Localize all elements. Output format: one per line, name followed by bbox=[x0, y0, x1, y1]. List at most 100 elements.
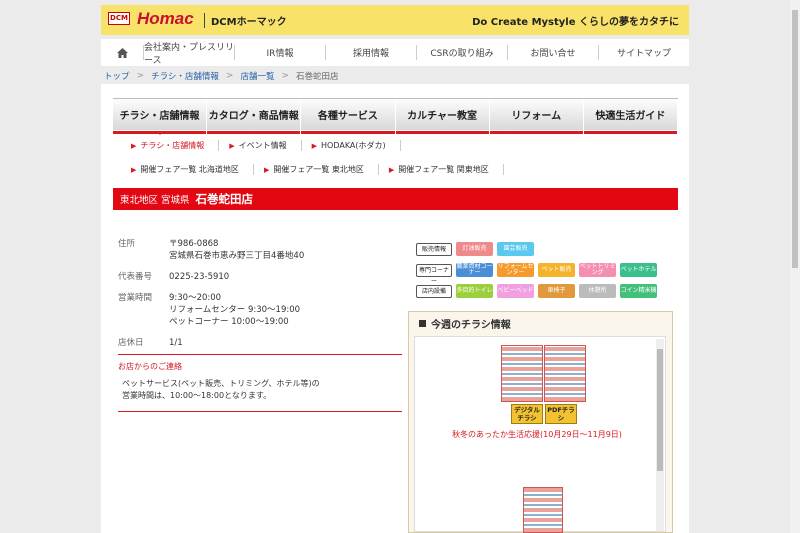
subnav-events[interactable]: ▶ イベント情報 bbox=[219, 140, 302, 151]
badge-pet-trimming: ペットトリミング bbox=[579, 262, 616, 277]
postal-code: 〒986-0868 bbox=[169, 239, 219, 249]
gnav-recruit[interactable]: 採用情報 bbox=[325, 45, 416, 60]
page-scrollbar[interactable] bbox=[790, 0, 800, 533]
home-button[interactable] bbox=[101, 39, 143, 66]
tab-life-guide[interactable]: 快適生活ガイド bbox=[583, 99, 679, 134]
digital-flyer-button[interactable]: デジタルチラシ bbox=[511, 404, 543, 424]
gnav-csr[interactable]: CSRの取り組み bbox=[416, 45, 507, 60]
store-info: 住所 〒986-0868 宮城県石巻市恵み野三丁目4番地40 代表番号 0225… bbox=[118, 238, 402, 358]
notice-line: ペットサービス(ペット販売、トリミング、ホテル等)の bbox=[122, 379, 320, 388]
triangle-right-icon: ▶ bbox=[263, 166, 270, 174]
store-notice: お店からのご連絡 ペットサービス(ペット販売、トリミング、ホテル等)の 営業時間… bbox=[118, 354, 402, 412]
triangle-right-icon: ▶ bbox=[131, 142, 137, 150]
flyer-panel: 今週のチラシ情報 デジタルチラシ PDFチラシ 秋冬のあったか生活応援(10月2… bbox=[408, 311, 673, 533]
dcm-homac-logo[interactable]: DCMホーマック bbox=[211, 13, 287, 28]
tab-flyer-store[interactable]: チラシ・店舗情報 bbox=[113, 99, 208, 135]
site-header: DCM Homac DCMホーマック Do Create Mystyle くらし… bbox=[101, 5, 689, 35]
tab-culture[interactable]: カルチャー教室 bbox=[395, 99, 490, 134]
chevron-right-icon: > bbox=[225, 71, 234, 81]
subnav-label: 開催フェア一覧 東北地区 bbox=[273, 165, 364, 174]
logo-divider bbox=[204, 13, 205, 28]
subnav-label: 開催フェア一覧 北海道地区 bbox=[140, 165, 239, 174]
badge-rest-area: 休憩所 bbox=[579, 284, 616, 298]
address-row: 住所 〒986-0868 宮城県石巻市恵み野三丁目4番地40 bbox=[118, 238, 402, 262]
badge-kerosene: 灯油販売 bbox=[456, 242, 493, 256]
phone-row: 代表番号 0225-23-5910 bbox=[118, 271, 402, 283]
sales-label: 販売情報 bbox=[416, 242, 452, 256]
closed-value: 1/1 bbox=[169, 338, 183, 348]
hours-value: 9:30〜20:00 リフォームセンター 9:30〜19:00 ペットコーナー … bbox=[169, 292, 300, 328]
corner-row: 専門コーナー 農業資材コーナー リフォームセンター ペット販売 ペットトリミング… bbox=[416, 262, 657, 285]
store-area: 東北地区 宮城県 bbox=[120, 195, 190, 206]
subnav-label: HODAKA(ホダカ) bbox=[321, 141, 386, 150]
dcm-logo[interactable]: DCM bbox=[108, 12, 130, 25]
tab-reform[interactable]: リフォーム bbox=[489, 99, 584, 134]
scroll-thumb[interactable] bbox=[657, 349, 663, 471]
badge-reform-center: リフォームセンター bbox=[497, 262, 534, 277]
service-badges: 販売情報 灯油販売 園芸販売 専門コーナー 農業資材コーナー リフォームセンター… bbox=[416, 242, 657, 305]
breadcrumb: トップ > チラシ・店舗情報 > 店舗一覧 > 石巻蛇田店 bbox=[104, 70, 339, 82]
hours-row: 営業時間 9:30〜20:00 リフォームセンター 9:30〜19:00 ペット… bbox=[118, 292, 402, 328]
badge-pet-sales: ペット販売 bbox=[538, 263, 575, 277]
subnav-hodaka[interactable]: ▶ HODAKA(ホダカ) bbox=[302, 140, 401, 151]
chevron-right-icon: > bbox=[281, 71, 290, 81]
breadcrumb-flyer[interactable]: チラシ・店舗情報 bbox=[151, 70, 219, 82]
page-scroll-thumb[interactable] bbox=[792, 10, 798, 268]
badge-pet-hotel: ペットホテル bbox=[620, 263, 657, 277]
store-name: 石巻蛇田店 bbox=[195, 192, 254, 206]
subnav-label: イベント情報 bbox=[238, 141, 287, 150]
badge-wheelchair: 車椅子 bbox=[538, 284, 575, 298]
facility-label: 店内設備 bbox=[416, 284, 452, 298]
gnav-contact[interactable]: お問い合せ bbox=[507, 45, 598, 60]
notice-body: ペットサービス(ペット販売、トリミング、ホテル等)の 営業時間は、10:00〜1… bbox=[118, 378, 402, 402]
breadcrumb-current: 石巻蛇田店 bbox=[296, 72, 339, 82]
subnav-flyer-store[interactable]: ▶ チラシ・店舗情報 bbox=[121, 140, 220, 151]
subnav-primary: ▶ チラシ・店舗情報 ▶ イベント情報 ▶ HODAKA(ホダカ) bbox=[121, 140, 401, 151]
flyer-thumbnail[interactable] bbox=[501, 345, 543, 402]
fair-tohoku[interactable]: ▶ 開催フェア一覧 東北地区 bbox=[254, 164, 379, 175]
flyer-thumbnail[interactable] bbox=[523, 487, 563, 533]
flyer-title: 今週のチラシ情報 bbox=[431, 319, 511, 331]
triangle-right-icon: ▶ bbox=[388, 166, 395, 174]
fair-kanto[interactable]: ▶ 開催フェア一覧 関東地区 bbox=[379, 164, 504, 175]
home-icon bbox=[116, 47, 128, 58]
notice-line: 営業時間は、10:00〜18:00となります。 bbox=[122, 391, 272, 400]
badge-gardening: 園芸販売 bbox=[497, 242, 534, 256]
fair-hokkaido[interactable]: ▶ 開催フェア一覧 北海道地区 bbox=[121, 164, 254, 175]
breadcrumb-top[interactable]: トップ bbox=[104, 70, 130, 82]
pdf-flyer-button[interactable]: PDFチラシ bbox=[545, 404, 577, 424]
gnav-company[interactable]: 会社案内・プレスリリース bbox=[143, 43, 234, 66]
subnav-fairs: ▶ 開催フェア一覧 北海道地区 ▶ 開催フェア一覧 東北地区 ▶ 開催フェア一覧 関東… bbox=[121, 164, 504, 175]
triangle-right-icon: ▶ bbox=[311, 142, 318, 150]
homac-logo[interactable]: Homac bbox=[137, 9, 194, 29]
tab-catalog[interactable]: カタログ・商品情報 bbox=[207, 99, 302, 134]
hours-label: 営業時間 bbox=[118, 293, 153, 303]
badge-rice-mill: コイン精米機 bbox=[620, 284, 657, 298]
corner-label: 専門コーナー bbox=[416, 263, 452, 285]
closed-row: 店休日 1/1 bbox=[118, 337, 402, 349]
flyer-header: 今週のチラシ情報 bbox=[409, 312, 672, 334]
triangle-right-icon: ▶ bbox=[131, 166, 137, 174]
tab-services[interactable]: 各種サービス bbox=[301, 99, 396, 134]
gnav-ir[interactable]: IR情報 bbox=[234, 45, 325, 60]
gnav-sitemap[interactable]: サイトマップ bbox=[598, 45, 689, 60]
sales-row: 販売情報 灯油販売 園芸販売 bbox=[416, 242, 657, 256]
badge-baby-bed: ベビーベッド bbox=[497, 284, 534, 298]
flyer-thumbnail[interactable] bbox=[544, 345, 586, 402]
phone-value: 0225-23-5910 bbox=[169, 272, 230, 282]
flyer-scrollbar[interactable] bbox=[656, 339, 664, 531]
hours-pet: ペットコーナー 10:00〜19:00 bbox=[169, 317, 289, 327]
hours-reform: リフォームセンター 9:30〜19:00 bbox=[169, 305, 301, 315]
subnav-label: 開催フェア一覧 関東地区 bbox=[398, 165, 489, 174]
notice-title: お店からのご連絡 bbox=[118, 362, 182, 371]
flyer-list: デジタルチラシ PDFチラシ 秋冬のあったか生活応援(10月29日〜11月9日) bbox=[414, 336, 666, 533]
chevron-right-icon: > bbox=[136, 71, 145, 81]
facility-row: 店内設備 多目的トイレ ベビーベッド 車椅子 休憩所 コイン精米機 bbox=[416, 284, 657, 298]
main-content: チラシ・店舗情報 カタログ・商品情報 各種サービス カルチャー教室 リフォーム … bbox=[101, 84, 689, 533]
triangle-right-icon: ▶ bbox=[229, 142, 235, 150]
flyer-caption[interactable]: 秋冬のあったか生活応援(10月29日〜11月9日) bbox=[415, 429, 659, 440]
global-nav: 会社案内・プレスリリース IR情報 採用情報 CSRの取り組み お問い合せ サイ… bbox=[101, 39, 689, 66]
grid-icon bbox=[419, 319, 426, 327]
badge-toilet: 多目的トイレ bbox=[456, 284, 493, 298]
breadcrumb-store-list[interactable]: 店舗一覧 bbox=[240, 70, 274, 82]
